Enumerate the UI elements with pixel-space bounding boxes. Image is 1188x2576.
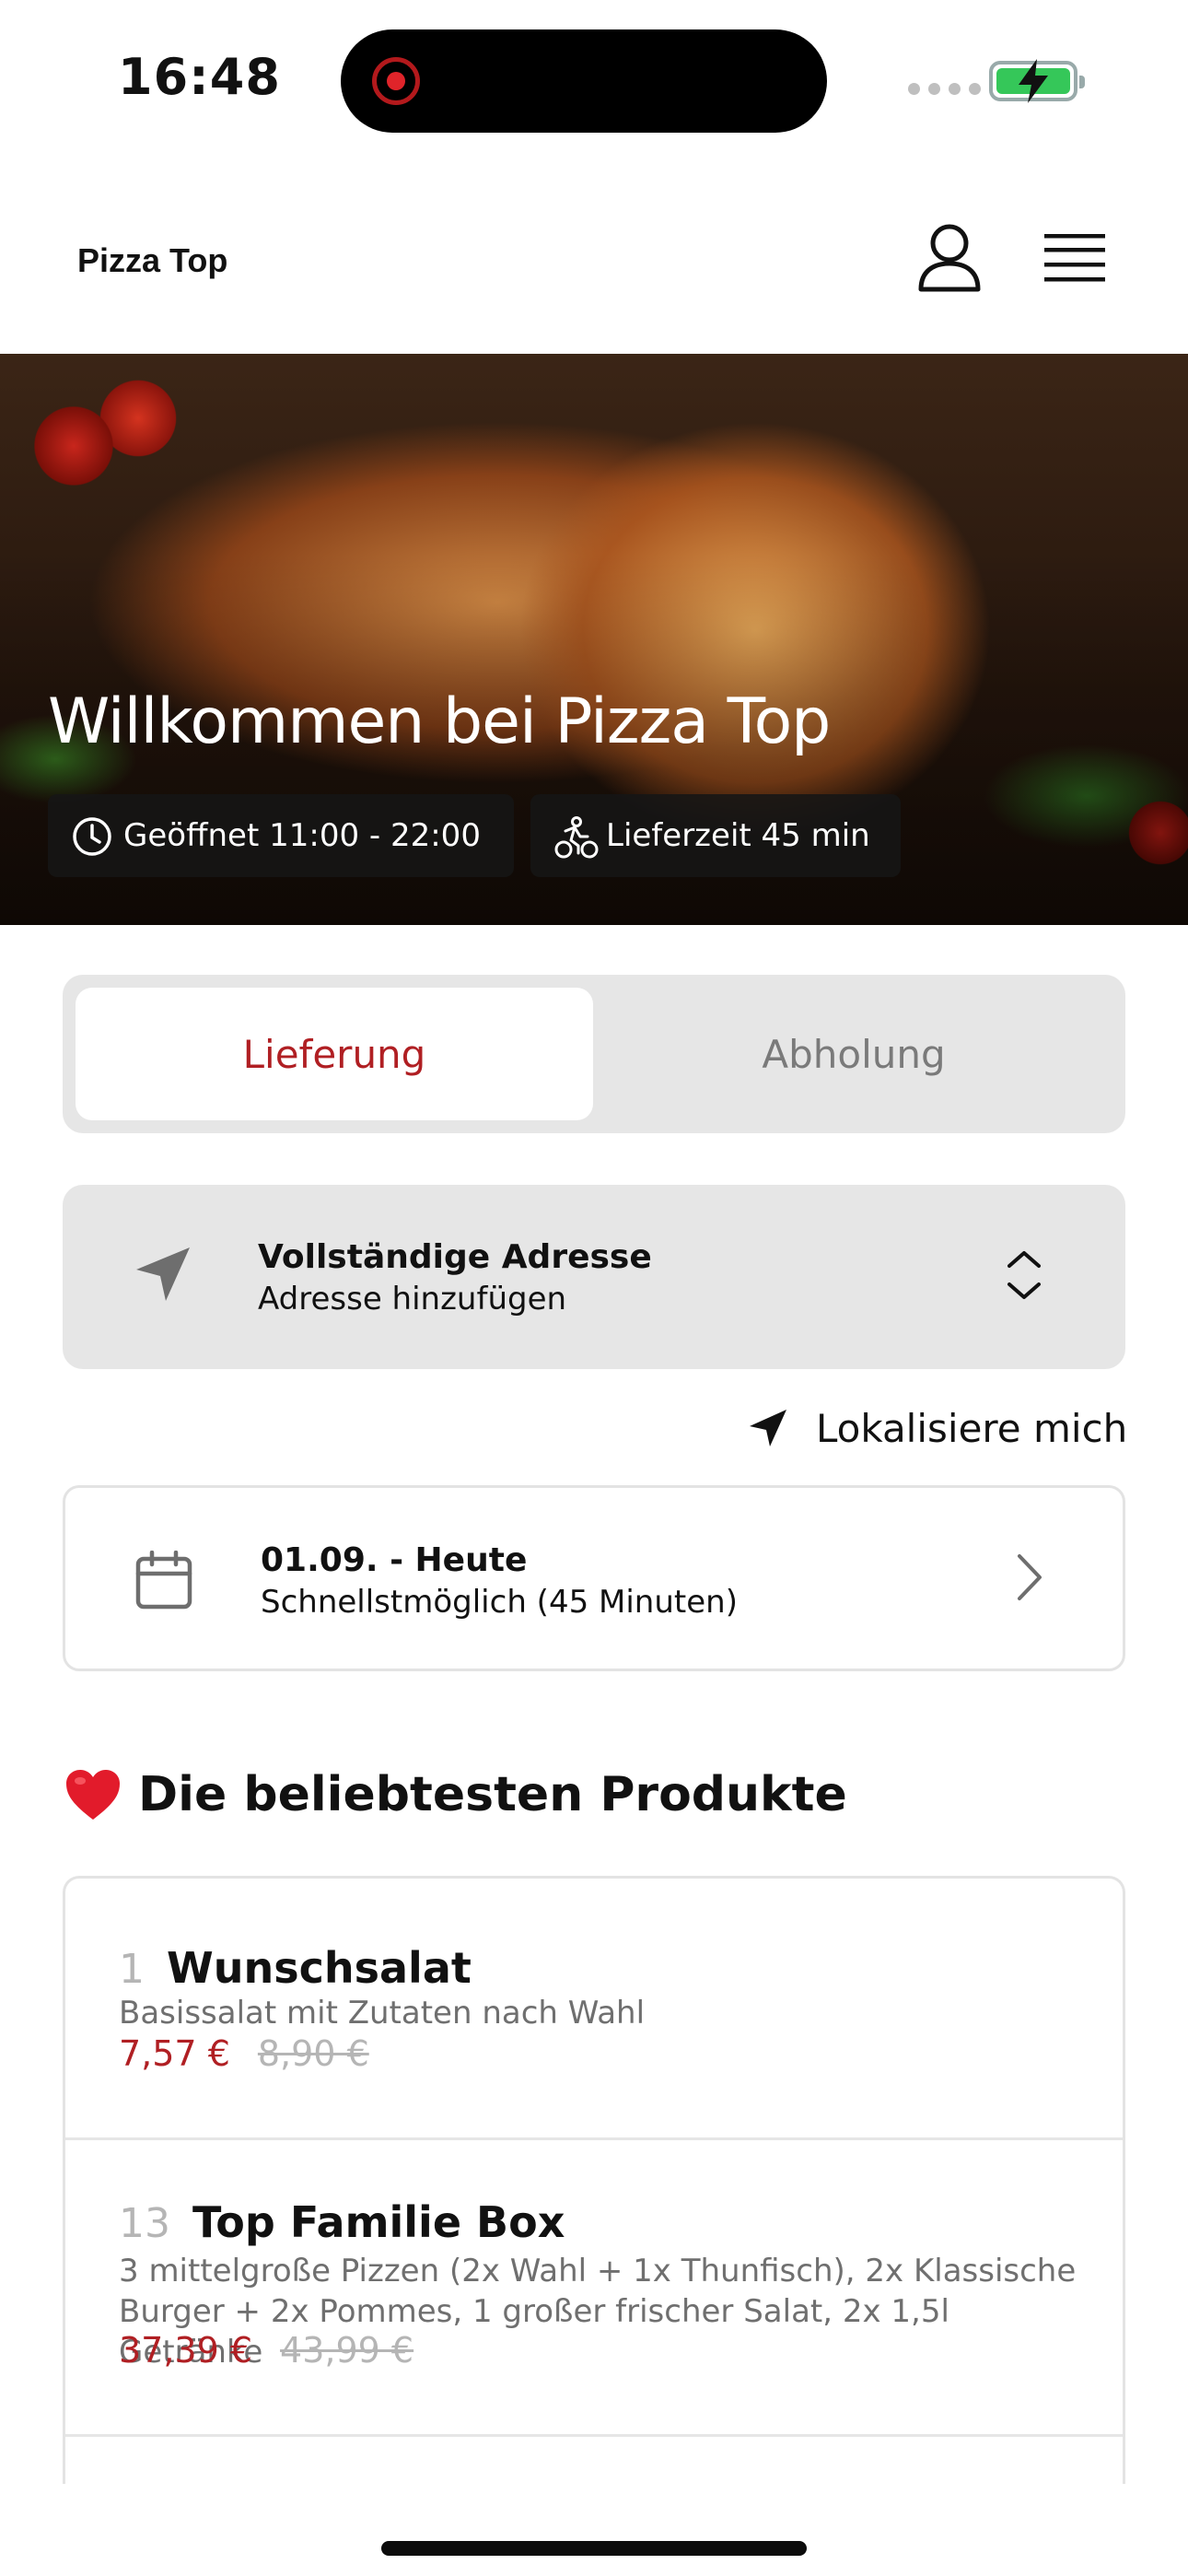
status-bar: 16:48 bbox=[0, 0, 1188, 166]
delivery-time-chip: Lieferzeit 45 min bbox=[530, 794, 901, 877]
hero-title: Willkommen bei Pizza Top bbox=[48, 685, 831, 758]
bicycle-courier-icon bbox=[554, 816, 599, 859]
delivery-date: 01.09. - Heute bbox=[261, 1541, 528, 1579]
address-selector[interactable]: Vollständige Adresse Adresse hinzufügen bbox=[63, 1185, 1125, 1369]
popular-products-title: Die beliebtesten Produkte bbox=[138, 1767, 847, 1822]
delivery-time-text: Lieferzeit 45 min bbox=[606, 817, 870, 854]
opening-hours-chip: Geöffnet 11:00 - 22:00 bbox=[48, 794, 514, 877]
menu-icon[interactable] bbox=[1042, 230, 1107, 286]
battery-charging-icon bbox=[989, 59, 1085, 103]
order-mode-toggle: Lieferung Abholung bbox=[63, 975, 1125, 1133]
tab-delivery[interactable]: Lieferung bbox=[76, 988, 593, 1120]
calendar-icon bbox=[135, 1551, 192, 1610]
product-old-price: 8,90 € bbox=[257, 2033, 369, 2074]
location-arrow-icon bbox=[750, 1410, 786, 1446]
brand-name[interactable]: Pizza Top bbox=[77, 241, 227, 280]
heart-icon bbox=[66, 1770, 120, 1820]
recording-indicator-icon bbox=[372, 57, 420, 105]
product-number: 1 bbox=[119, 1946, 145, 1993]
address-title: Vollständige Adresse bbox=[258, 1238, 652, 1276]
clock-icon bbox=[73, 817, 111, 856]
status-time: 16:48 bbox=[118, 48, 281, 106]
product-price: 37,39 € bbox=[119, 2330, 253, 2371]
product-old-price: 43,99 € bbox=[280, 2330, 414, 2371]
opening-hours-text: Geöffnet 11:00 - 22:00 bbox=[123, 817, 481, 854]
product-list: 1 Wunschsalat Basissalat mit Zutaten nac… bbox=[63, 1876, 1125, 2484]
delivery-time-selector[interactable]: 01.09. - Heute Schnellstmöglich (45 Minu… bbox=[63, 1485, 1125, 1671]
product-name: Wunschsalat bbox=[167, 1943, 472, 1993]
locate-me-button[interactable]: Lokalisiere mich bbox=[748, 1400, 1127, 1456]
dynamic-island bbox=[341, 29, 827, 133]
chevron-right-icon bbox=[1018, 1554, 1042, 1600]
signal-icon bbox=[908, 83, 981, 95]
navigation-arrow-icon bbox=[136, 1247, 190, 1301]
product-price: 7,57 € bbox=[119, 2033, 230, 2074]
address-placeholder: Adresse hinzufügen bbox=[258, 1281, 567, 1317]
popular-products-heading: Die beliebtesten Produkte bbox=[64, 1767, 847, 1822]
list-item[interactable]: 13 Top Familie Box 3 mittelgroße Pizzen … bbox=[65, 2140, 1123, 2437]
list-item[interactable]: 1 Wunschsalat Basissalat mit Zutaten nac… bbox=[65, 1879, 1123, 2140]
product-number: 13 bbox=[119, 2200, 170, 2247]
tab-pickup[interactable]: Abholung bbox=[595, 988, 1112, 1120]
app-header: Pizza Top bbox=[0, 166, 1188, 354]
home-indicator[interactable] bbox=[381, 2541, 807, 2556]
product-description: Basissalat mit Zutaten nach Wahl bbox=[119, 1995, 646, 2032]
locate-me-label: Lokalisiere mich bbox=[816, 1405, 1128, 1451]
hero-banner: Willkommen bei Pizza Top Geöffnet 11:00 … bbox=[0, 354, 1188, 925]
delivery-time: Schnellstmöglich (45 Minuten) bbox=[261, 1584, 738, 1621]
user-icon[interactable] bbox=[917, 223, 982, 293]
product-name: Top Familie Box bbox=[192, 2197, 565, 2247]
chevron-up-down-icon bbox=[1007, 1251, 1041, 1299]
